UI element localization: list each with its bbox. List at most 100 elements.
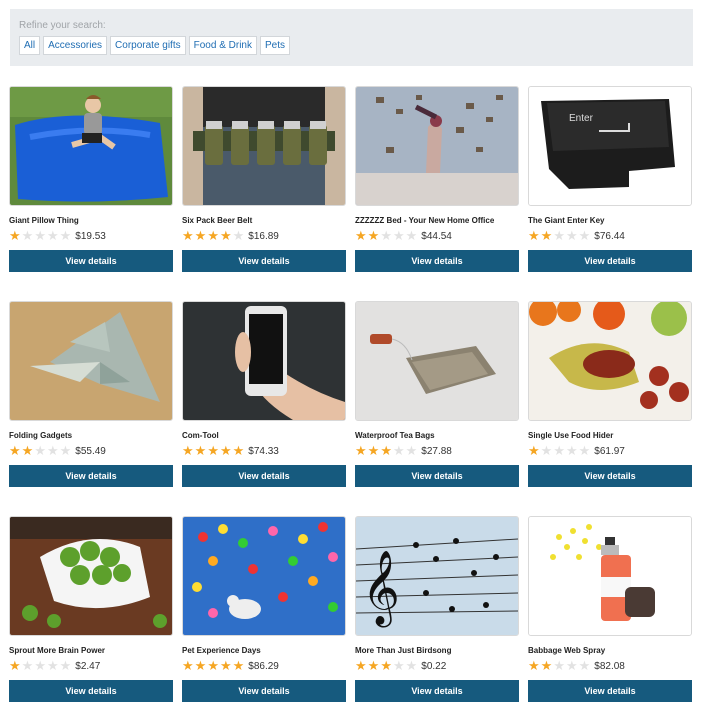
product-image[interactable] (9, 516, 173, 636)
product-price: $74.33 (248, 445, 279, 457)
star-empty-icon: ★ (46, 443, 59, 458)
product-price: $27.88 (421, 445, 452, 457)
star-empty-icon: ★ (232, 228, 245, 243)
star-empty-icon: ★ (540, 443, 553, 458)
product-card-2: Six Pack Beer Belt ★★★★★ $16.89 View det… (182, 86, 346, 279)
rating-row: ★★★★★ $0.22 (355, 659, 519, 673)
star-empty-icon: ★ (34, 228, 46, 243)
filter-corporate-gifts[interactable]: Corporate gifts (110, 36, 186, 55)
product-image[interactable]: 𝄞 (355, 516, 519, 636)
star-empty-icon: ★ (392, 228, 405, 243)
filter-pets[interactable]: Pets (259, 36, 290, 55)
product-name: Pet Experience Days (182, 646, 261, 655)
star-filled-icon: ★ (380, 443, 392, 458)
star-empty-icon: ★ (565, 443, 578, 458)
star-rating: ★★★★★ (9, 442, 72, 460)
star-empty-icon: ★ (46, 228, 59, 243)
star-filled-icon: ★ (9, 228, 21, 243)
product-name: Waterproof Tea Bags (355, 431, 435, 440)
spray-can-photo (529, 517, 691, 635)
star-empty-icon: ★ (553, 443, 565, 458)
product-image[interactable] (528, 516, 692, 636)
star-filled-icon: ★ (355, 228, 367, 243)
star-empty-icon: ★ (405, 658, 418, 673)
product-image[interactable] (528, 301, 692, 421)
view-details-button[interactable]: View details (355, 250, 519, 272)
product-card-1: Giant Pillow Thing ★★★★★ $19.53 View det… (9, 86, 173, 279)
view-details-button[interactable]: View details (182, 680, 346, 702)
product-price: $86.29 (248, 660, 279, 672)
filter-links: All Accessories Corporate gifts Food & D… (19, 36, 684, 55)
bed-books-photo (356, 87, 518, 205)
product-grid: Giant Pillow Thing ★★★★★ $19.53 View det… (9, 86, 693, 709)
product-image[interactable] (182, 86, 346, 206)
star-empty-icon: ★ (21, 228, 34, 243)
product-card-6: Com-Tool ★★★★★ $74.33 View details (182, 301, 346, 494)
rating-row: ★★★★★ $76.44 (528, 229, 692, 243)
tea-bag-photo (356, 302, 518, 420)
star-empty-icon: ★ (553, 228, 565, 243)
star-filled-icon: ★ (367, 658, 380, 673)
view-details-button[interactable]: View details (355, 465, 519, 487)
star-rating: ★★★★★ (182, 657, 245, 675)
filter-accessories[interactable]: Accessories (43, 36, 108, 55)
view-details-button[interactable]: View details (9, 250, 173, 272)
view-details-button[interactable]: View details (355, 680, 519, 702)
enter-key-photo: Enter (529, 87, 691, 205)
rating-row: ★★★★★ $74.33 (182, 444, 346, 458)
star-filled-icon: ★ (207, 228, 219, 243)
product-card-3: ZZZZZZ Bed - Your New Home Office ★★★★★ … (355, 86, 519, 279)
star-filled-icon: ★ (219, 228, 232, 243)
star-empty-icon: ★ (380, 228, 392, 243)
product-price: $19.53 (75, 230, 106, 242)
view-details-button[interactable]: View details (9, 465, 173, 487)
view-details-button[interactable]: View details (528, 250, 692, 272)
product-name: The Giant Enter Key (528, 216, 605, 225)
product-image[interactable] (182, 301, 346, 421)
view-details-button[interactable]: View details (528, 465, 692, 487)
product-name: Six Pack Beer Belt (182, 216, 253, 225)
product-price: $2.47 (75, 660, 101, 672)
star-filled-icon: ★ (232, 443, 245, 458)
star-rating: ★★★★★ (355, 442, 418, 460)
product-price: $76.44 (594, 230, 625, 242)
product-image[interactable]: Enter (528, 86, 692, 206)
view-details-button[interactable]: View details (182, 250, 346, 272)
rating-row: ★★★★★ $55.49 (9, 444, 173, 458)
product-image[interactable] (355, 301, 519, 421)
product-image[interactable] (182, 516, 346, 636)
product-name: ZZZZZZ Bed - Your New Home Office (355, 216, 495, 225)
rating-row: ★★★★★ $61.97 (528, 444, 692, 458)
view-details-button[interactable]: View details (182, 465, 346, 487)
product-name: More Than Just Birdsong (355, 646, 452, 655)
star-empty-icon: ★ (59, 443, 72, 458)
star-rating: ★★★★★ (9, 227, 72, 245)
rating-row: ★★★★★ $16.89 (182, 229, 346, 243)
svg-text:𝄞: 𝄞 (362, 551, 400, 628)
star-filled-icon: ★ (207, 658, 219, 673)
view-details-button[interactable]: View details (528, 680, 692, 702)
pet-balloons-photo (183, 517, 345, 635)
star-rating: ★★★★★ (528, 657, 591, 675)
product-card-8: Single Use Food Hider ★★★★★ $61.97 View … (528, 301, 692, 494)
filter-all[interactable]: All (19, 36, 41, 55)
star-empty-icon: ★ (405, 228, 418, 243)
star-empty-icon: ★ (578, 658, 591, 673)
view-details-button[interactable]: View details (9, 680, 173, 702)
star-filled-icon: ★ (355, 658, 367, 673)
star-empty-icon: ★ (553, 658, 565, 673)
star-empty-icon: ★ (392, 658, 405, 673)
product-price: $0.22 (421, 660, 447, 672)
star-filled-icon: ★ (182, 658, 194, 673)
star-filled-icon: ★ (9, 443, 21, 458)
product-image[interactable] (9, 86, 173, 206)
filter-food-drink[interactable]: Food & Drink (188, 36, 257, 55)
product-name: Giant Pillow Thing (9, 216, 79, 225)
star-filled-icon: ★ (232, 658, 245, 673)
product-image[interactable] (9, 301, 173, 421)
product-image[interactable] (355, 86, 519, 206)
rating-row: ★★★★★ $82.08 (528, 659, 692, 673)
product-price: $61.97 (594, 445, 625, 457)
star-filled-icon: ★ (219, 658, 232, 673)
star-filled-icon: ★ (21, 443, 34, 458)
